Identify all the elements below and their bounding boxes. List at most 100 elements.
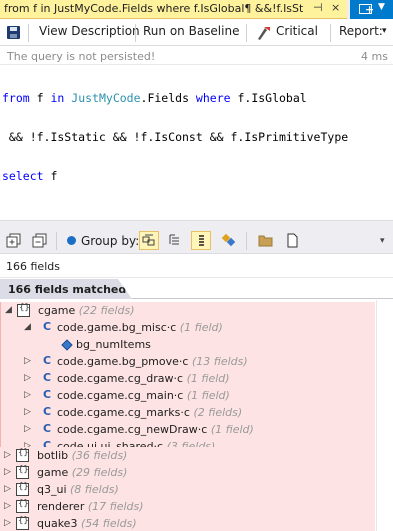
toolbar-divider <box>330 24 331 42</box>
tree-row-count: (1 field) <box>210 423 254 436</box>
close-icon[interactable]: × <box>331 1 340 14</box>
toolbar-divider <box>246 232 247 250</box>
code-line-1: from f in JustMyCode.Fields where f.IsGl… <box>2 92 390 105</box>
toolbar-divider <box>135 24 136 42</box>
results-toolbar: Group by: ▾ <box>0 228 393 254</box>
collapse-all-icon[interactable] <box>32 233 47 248</box>
results-scrollbar[interactable] <box>376 300 393 531</box>
collapsed-arrow-icon[interactable]: ▷ <box>24 407 31 417</box>
tree-row-count: (54 fields) <box>80 517 137 530</box>
result-tab-label: 166 fields matched <box>8 283 127 296</box>
document-icon[interactable] <box>285 233 300 248</box>
collapsed-arrow-icon[interactable]: ▷ <box>4 450 11 460</box>
flat-list-icon <box>199 235 204 246</box>
collapsed-arrow-icon[interactable]: ▷ <box>4 518 11 528</box>
group-by-namespace-button[interactable] <box>139 231 159 250</box>
window-icon: + <box>359 3 374 16</box>
chevron-down-icon[interactable]: ▾ <box>380 236 385 246</box>
view-description-button[interactable]: View Description <box>39 24 140 42</box>
group-by-type-icon[interactable] <box>168 233 183 248</box>
tree-row-field[interactable]: bg_numItems <box>0 336 375 353</box>
result-tab[interactable]: 166 fields matched <box>0 279 132 299</box>
tree-row-count: (29 fields) <box>71 466 128 479</box>
class-icon <box>41 405 54 419</box>
code-keyword: from <box>2 91 30 105</box>
toolbar-divider <box>28 24 29 42</box>
info-icon <box>67 236 76 245</box>
tree-row-class[interactable]: ▷ code.cgame.cg_marks·c (2 fields) <box>0 404 375 421</box>
pin-icon[interactable]: ⊣ <box>313 1 323 14</box>
tree-row-count: (1 field) <box>186 389 230 402</box>
collapsed-arrow-icon[interactable]: ▷ <box>24 356 31 366</box>
tree-row-namespace[interactable]: ▷ quake3 (54 fields) <box>0 515 375 531</box>
tree-row-count: (13 fields) <box>191 355 248 368</box>
tree-row-namespace[interactable]: ▷ q3_ui (8 fields) <box>0 481 375 498</box>
query-status-bar: The query is not persisted! 4 ms <box>0 47 393 65</box>
namespace-icon <box>16 516 29 530</box>
critical-toggle-button[interactable]: Critical <box>276 24 318 42</box>
tree-row-class[interactable]: ▷ code.cgame.cg_main·c (1 field) <box>0 387 375 404</box>
tree-row-namespace[interactable]: ▷ botlib (36 fields) <box>0 447 375 464</box>
collapsed-arrow-icon[interactable]: ▷ <box>24 424 31 434</box>
report-dropdown[interactable]: Report: <box>339 24 383 42</box>
group-by-label: Group by: <box>81 234 140 248</box>
class-icon <box>41 422 54 436</box>
collapsed-arrow-icon[interactable]: ▷ <box>4 484 11 494</box>
tree-row-count: (1 field) <box>186 372 230 385</box>
tree-row-namespace[interactable]: ▷ renderer (17 fields) <box>0 498 375 515</box>
query-toolbar: View Description Run on Baseline Critica… <box>0 20 393 46</box>
code-text: .Fields <box>140 91 196 105</box>
collapsed-arrow-icon[interactable]: ▷ <box>4 501 11 511</box>
tree-row-label: quake3 <box>37 517 78 530</box>
namespace-icon <box>17 303 30 317</box>
expand-all-icon[interactable] <box>6 233 21 248</box>
expanded-arrow-icon[interactable]: ◢ <box>24 322 31 332</box>
tree-row-cgame[interactable]: ◢ cgame (22 fields) <box>0 302 375 319</box>
document-tab-strip: from f in JustMyCode.Fields where f.IsGl… <box>0 0 393 19</box>
result-count-bar: 166 fields <box>0 255 393 278</box>
run-on-baseline-button[interactable]: Run on Baseline <box>143 24 239 42</box>
expanded-arrow-icon[interactable]: ◢ <box>5 305 12 315</box>
tree-row-count: (1 field) <box>179 321 223 334</box>
class-icon <box>41 371 54 385</box>
tree-row-class[interactable]: ▷ code.cgame.cg_newDraw·c (1 field) <box>0 421 375 438</box>
code-keyword: select <box>2 169 44 183</box>
new-window-button[interactable]: + ▼ <box>350 0 393 19</box>
folder-icon[interactable] <box>258 233 273 248</box>
tree-row-label: cgame <box>38 304 76 317</box>
tree-row-label: code.cgame.cg_main·c <box>57 389 184 402</box>
tree-row-count: (36 fields) <box>71 449 128 462</box>
class-icon <box>41 388 54 402</box>
tree-row-class[interactable]: ▷ code.cgame.cg_draw·c (1 field) <box>0 370 375 387</box>
status-message: The query is not persisted! <box>7 50 156 63</box>
collapsed-arrow-icon[interactable]: ▷ <box>24 373 31 383</box>
group-by-flat-button[interactable] <box>191 231 211 250</box>
tree-row-class[interactable]: ▷ code.game.bg_pmove·c (13 fields) <box>0 353 375 370</box>
query-tab-title: from f in JustMyCode.Fields where f.IsGl… <box>4 2 304 15</box>
save-icon[interactable] <box>7 26 20 39</box>
toolbar-divider <box>246 24 247 42</box>
tree-row-count: (17 fields) <box>87 500 144 513</box>
panel-splitter[interactable] <box>0 220 393 228</box>
code-text: f <box>43 169 58 183</box>
tree-row-label: code.cgame.cg_marks·c <box>57 406 190 419</box>
tree-row-count: (22 fields) <box>78 304 135 317</box>
code-line-2: && !f.IsStatic && !f.IsConst && f.IsPrim… <box>2 130 349 144</box>
tree-row-label: renderer <box>37 500 85 513</box>
chevron-down-icon[interactable]: ▾ <box>382 26 387 44</box>
code-text: f.IsGlobal <box>230 91 307 105</box>
code-type: JustMyCode <box>71 91 141 105</box>
query-editor[interactable]: from f in JustMyCode.Fields where f.IsGl… <box>2 66 390 196</box>
toolbar-divider <box>56 232 57 250</box>
code-keyword: where <box>195 91 231 105</box>
tree-row-namespace[interactable]: ▷ game (29 fields) <box>0 464 375 481</box>
class-icon <box>41 320 54 334</box>
collapsed-arrow-icon[interactable]: ▷ <box>4 467 11 477</box>
filter-colors-icon[interactable] <box>221 233 236 248</box>
query-tab[interactable]: from f in JustMyCode.Fields where f.IsGl… <box>0 0 347 19</box>
collapsed-arrow-icon[interactable]: ▷ <box>24 390 31 400</box>
code-text: f <box>29 91 51 105</box>
tree-row-label: q3_ui <box>37 483 67 496</box>
tree-row-label: bg_numItems <box>76 338 151 351</box>
tree-row-class[interactable]: ◢ code.game.bg_misc·c (1 field) <box>0 319 375 336</box>
